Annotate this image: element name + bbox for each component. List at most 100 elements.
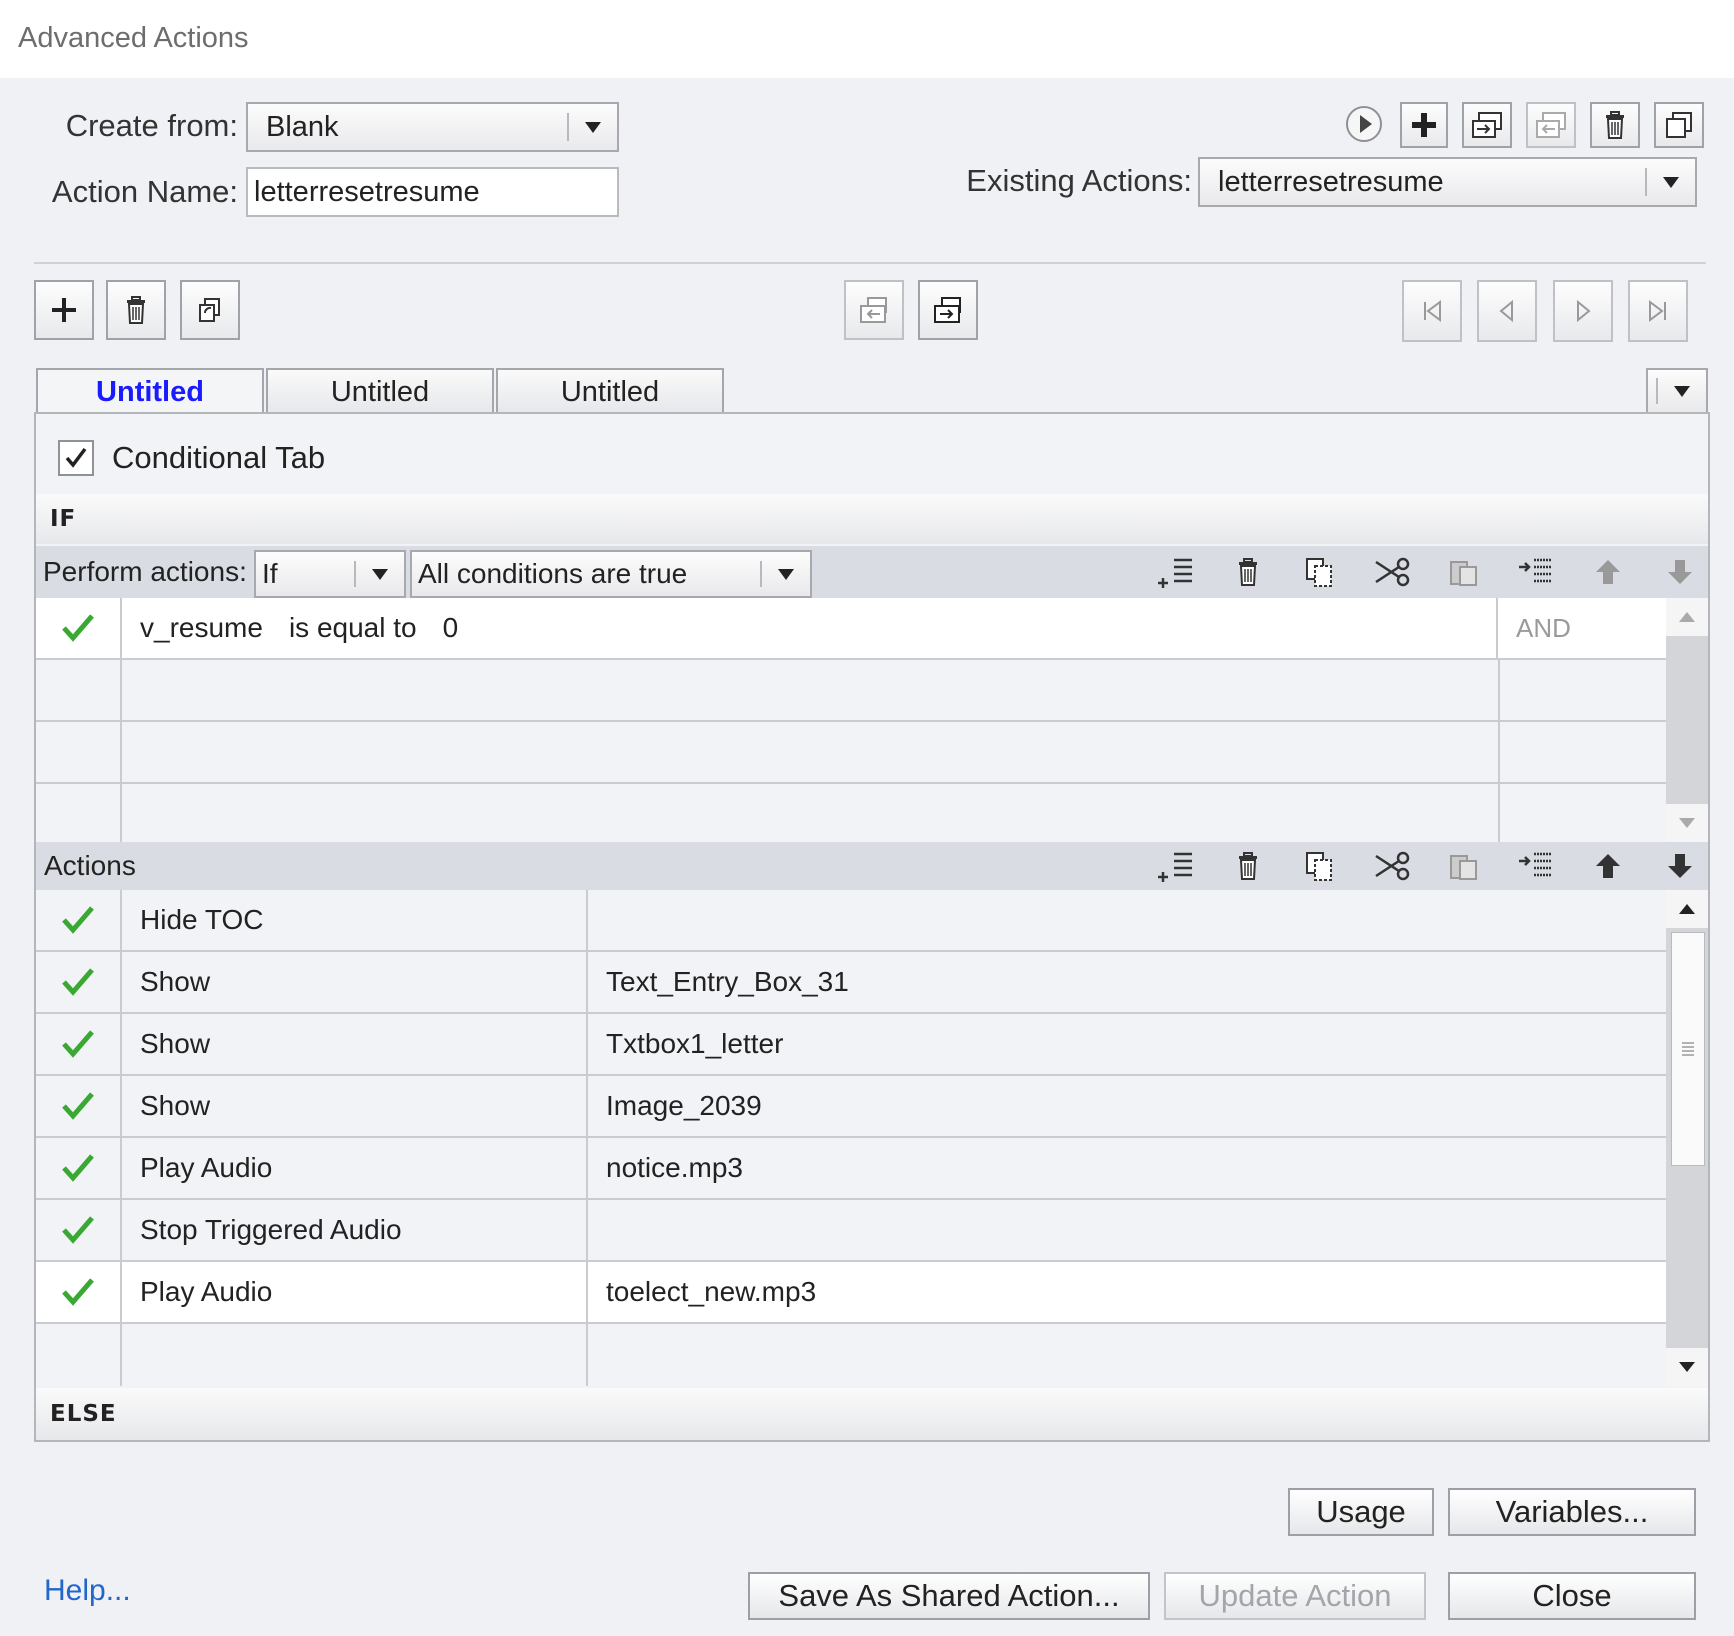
condition-row[interactable]: v_resume is equal to 0 AND bbox=[36, 598, 1666, 660]
delete-row-icon[interactable] bbox=[1212, 850, 1284, 882]
last-icon[interactable] bbox=[1628, 280, 1688, 342]
condition-row-empty[interactable] bbox=[36, 660, 1666, 722]
perform-actions-label: Perform actions: bbox=[43, 556, 247, 587]
perform-mode-dropdown[interactable]: If bbox=[254, 550, 406, 598]
indent-icon[interactable] bbox=[1500, 555, 1572, 589]
add-decision-button[interactable] bbox=[34, 280, 94, 340]
tab-list-dropdown[interactable] bbox=[1646, 368, 1708, 414]
cut-icon[interactable] bbox=[1356, 851, 1428, 881]
action-toolbar bbox=[1342, 102, 1704, 148]
move-left-icon[interactable] bbox=[844, 280, 904, 340]
check-icon bbox=[36, 1076, 122, 1136]
trash-icon[interactable] bbox=[106, 280, 166, 340]
scroll-up-icon[interactable] bbox=[1666, 890, 1708, 928]
move-down-icon[interactable] bbox=[1644, 851, 1716, 881]
tab-untitled-3[interactable]: Untitled bbox=[496, 368, 724, 414]
chevron-down-icon bbox=[1658, 385, 1706, 397]
action-row-empty[interactable] bbox=[36, 1324, 1666, 1386]
check-icon bbox=[36, 1200, 122, 1260]
next-icon[interactable] bbox=[1553, 280, 1613, 342]
create-from-value: Blank bbox=[266, 110, 339, 143]
move-up-icon[interactable] bbox=[1572, 851, 1644, 881]
scroll-up-icon[interactable] bbox=[1666, 598, 1708, 636]
title-bar bbox=[0, 0, 1734, 78]
action-target: toelect_new.mp3 bbox=[606, 1276, 817, 1307]
create-from-dropdown[interactable]: Blank bbox=[246, 102, 619, 152]
paste-icon[interactable] bbox=[1428, 555, 1500, 589]
else-header[interactable]: ELSE bbox=[36, 1388, 1708, 1440]
divider bbox=[34, 262, 1706, 264]
chevron-down-icon bbox=[569, 121, 617, 133]
usage-button[interactable]: Usage bbox=[1288, 1488, 1434, 1536]
chevron-down-icon bbox=[762, 568, 810, 580]
scroll-thumb[interactable] bbox=[1671, 932, 1705, 1166]
conditional-checkbox[interactable] bbox=[58, 440, 94, 476]
move-up-icon[interactable] bbox=[1572, 557, 1644, 587]
scroll-down-icon[interactable] bbox=[1666, 804, 1708, 842]
chevron-down-icon bbox=[356, 568, 404, 580]
preview-icon[interactable] bbox=[1342, 102, 1386, 146]
update-action-button[interactable]: Update Action bbox=[1164, 1572, 1426, 1620]
paste-icon[interactable] bbox=[1428, 849, 1500, 883]
scroll-down-icon[interactable] bbox=[1666, 1348, 1708, 1386]
actions-toolbar: Actions bbox=[36, 842, 1708, 890]
copy-icon[interactable] bbox=[1284, 555, 1356, 589]
move-down-icon[interactable] bbox=[1644, 557, 1716, 587]
action-target: Image_2039 bbox=[606, 1090, 762, 1121]
actions-grid: Hide TOC Show Text_Entry_Box_31 Show Txt… bbox=[36, 890, 1666, 1386]
action-target: Text_Entry_Box_31 bbox=[606, 966, 849, 997]
actions-tools bbox=[1140, 842, 1716, 890]
insert-row-icon[interactable] bbox=[1140, 849, 1212, 883]
action-row-selected[interactable]: Play Audio toelect_new.mp3 bbox=[36, 1262, 1666, 1324]
variables-button[interactable]: Variables... bbox=[1448, 1488, 1696, 1536]
action-row[interactable]: Show Text_Entry_Box_31 bbox=[36, 952, 1666, 1014]
first-icon[interactable] bbox=[1402, 280, 1462, 342]
check-icon bbox=[36, 890, 122, 950]
delete-icon[interactable] bbox=[1590, 102, 1640, 148]
condition-variable: v_resume bbox=[140, 612, 263, 643]
delete-row-icon[interactable] bbox=[1212, 556, 1284, 588]
conditional-label: Conditional Tab bbox=[112, 440, 326, 475]
conditions-scrollbar[interactable] bbox=[1666, 598, 1708, 842]
perform-mode-value: If bbox=[262, 558, 278, 589]
actions-scrollbar[interactable] bbox=[1666, 890, 1708, 1386]
insert-row-icon[interactable] bbox=[1140, 555, 1212, 589]
action-row[interactable]: Hide TOC bbox=[36, 890, 1666, 952]
action-name-input[interactable]: letterresetresume bbox=[246, 167, 619, 217]
existing-actions-dropdown[interactable]: letterresetresume bbox=[1198, 157, 1697, 207]
prev-icon[interactable] bbox=[1477, 280, 1537, 342]
conditions-mode-dropdown[interactable]: All conditions are true bbox=[410, 550, 812, 598]
tab-untitled-1[interactable]: Untitled bbox=[36, 368, 264, 414]
action-row[interactable]: Show Txtbox1_letter bbox=[36, 1014, 1666, 1076]
condition-join[interactable]: AND bbox=[1498, 598, 1666, 658]
action-row[interactable]: Stop Triggered Audio bbox=[36, 1200, 1666, 1262]
duplicate-icon[interactable] bbox=[1654, 102, 1704, 148]
existing-actions-value: letterresetresume bbox=[1218, 165, 1444, 198]
move-right-icon[interactable] bbox=[918, 280, 978, 340]
indent-icon[interactable] bbox=[1500, 849, 1572, 883]
close-button[interactable]: Close bbox=[1448, 1572, 1696, 1620]
copy-icon[interactable] bbox=[1284, 849, 1356, 883]
check-icon bbox=[36, 598, 122, 658]
create-from-label: Create from: bbox=[65, 108, 238, 143]
existing-actions-label: Existing Actions: bbox=[966, 163, 1192, 198]
help-link[interactable]: Help... bbox=[44, 1574, 131, 1608]
cut-icon[interactable] bbox=[1356, 557, 1428, 587]
tab-untitled-2[interactable]: Untitled bbox=[266, 368, 494, 414]
condition-row-empty[interactable] bbox=[36, 784, 1666, 842]
save-shared-action-button[interactable]: Save As Shared Action... bbox=[748, 1572, 1150, 1620]
condition-row-empty[interactable] bbox=[36, 722, 1666, 784]
condition-operator: is equal to bbox=[288, 612, 417, 643]
export-icon[interactable] bbox=[1526, 102, 1576, 148]
if-header[interactable]: IF bbox=[36, 494, 1708, 544]
add-action-icon[interactable] bbox=[1400, 102, 1448, 148]
action-row[interactable]: Show Image_2039 bbox=[36, 1076, 1666, 1138]
check-icon bbox=[36, 1262, 122, 1322]
conditions-grid: v_resume is equal to 0 AND bbox=[36, 598, 1666, 842]
action-row[interactable]: Play Audio notice.mp3 bbox=[36, 1138, 1666, 1200]
action-name: Show bbox=[122, 952, 588, 1012]
action-target: Txtbox1_letter bbox=[606, 1028, 784, 1059]
conditions-mode-value: All conditions are true bbox=[418, 558, 688, 589]
import-icon[interactable] bbox=[1462, 102, 1512, 148]
clone-icon[interactable] bbox=[180, 280, 240, 340]
